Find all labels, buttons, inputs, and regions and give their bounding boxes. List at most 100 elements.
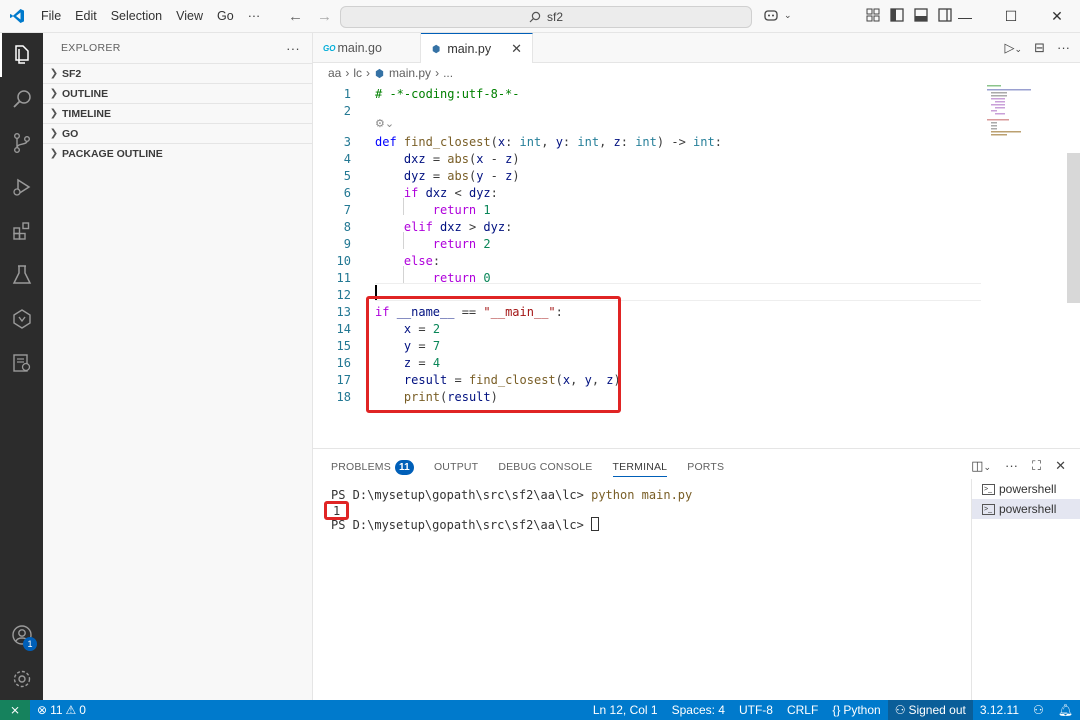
python-version[interactable]: 3.12.11 [973,700,1026,720]
code-line[interactable]: 4 dxz = abs(x - z) [313,151,983,168]
terminal-instance[interactable]: >_ powershell [972,499,1080,519]
copilot-button[interactable]: ⌄ [764,8,792,22]
minimap[interactable] [983,83,1063,448]
remote-explorer-icon[interactable] [0,297,43,341]
vertical-scrollbar[interactable] [1067,153,1080,303]
line-number: 14 [336,322,351,336]
menu-go[interactable]: Go [210,9,241,23]
command-center-search[interactable]: sf2 [340,6,752,28]
menu-view[interactable]: View [169,9,210,23]
testing-icon[interactable] [0,253,43,297]
line-number: 18 [336,390,351,404]
go-file-icon: GO [323,43,336,53]
terminal-prompt: PS D:\mysetup\gopath\src\sf2\aa\lc> [331,518,592,532]
tab-main-py[interactable]: main.py ✕ [421,33,533,64]
explorer-icon[interactable] [0,33,43,77]
close-icon[interactable]: ✕ [511,41,522,57]
tab-terminal[interactable]: TERMINAL [612,457,668,477]
split-terminal-icon[interactable]: ◫⌄ [971,458,991,474]
section-go[interactable]: ❯ GO [43,123,312,143]
line-ending[interactable]: CRLF [780,700,825,720]
tab-label: main.py [447,42,492,56]
run-debug-icon[interactable] [0,165,43,209]
tab-main-go[interactable]: GO main.go [313,33,421,63]
code-editor[interactable]: ⚙⌄ 1 # -*-coding:utf-8-*- 2 3 def find_close… [313,83,1080,448]
line-text: else: [403,254,441,268]
sidebar-title: EXPLORER [61,42,121,54]
tab-ports[interactable]: PORTS [687,457,724,477]
menu-edit[interactable]: Edit [68,9,104,23]
code-line[interactable]: 2 [313,103,983,120]
breadcrumb-item[interactable]: lc [353,66,362,80]
maximize-panel-icon[interactable]: ⛶ [1032,458,1041,474]
source-control-icon[interactable] [0,121,43,165]
tab-label: DEBUG CONSOLE [498,461,593,473]
more-actions-icon[interactable]: ··· [286,41,300,56]
menu-selection[interactable]: Selection [104,9,169,23]
settings-gear-icon[interactable] [0,657,43,701]
tab-problems[interactable]: PROBLEMS 11 [331,457,414,477]
accounts-icon[interactable]: 1 [0,613,43,657]
problems-status[interactable]: ⊗ 11 ⚠ 0 [30,700,93,720]
split-editor-icon[interactable]: ⊟ [1034,40,1045,56]
forward-arrow-icon[interactable]: → [317,8,332,25]
layout-customize-icon[interactable] [866,8,880,22]
maximize-icon[interactable]: ☐ [988,0,1034,33]
terminal-name: powershell [999,482,1057,496]
code-line[interactable]: 8 elif dxz > dyz: [313,219,983,236]
cursor-position[interactable]: Ln 12, Col 1 [586,700,665,720]
menu-more[interactable]: ··· [241,9,268,23]
menu-file[interactable]: File [34,9,68,23]
breadcrumb-item[interactable]: aa [328,66,341,80]
breadcrumb-item[interactable]: ... [443,66,453,80]
section-sf2[interactable]: ❯ SF2 [43,63,312,83]
section-package-outline[interactable]: ❯ PACKAGE OUTLINE [43,143,312,163]
section-label: GO [62,127,79,140]
section-outline[interactable]: ❯ OUTLINE [43,83,312,103]
terminal-instance[interactable]: >_ powershell [972,479,1080,499]
language-mode[interactable]: {} Python [825,700,887,720]
close-panel-icon[interactable]: ✕ [1055,458,1066,474]
minimize-icon[interactable]: — [942,0,988,33]
run-python-file-icon[interactable]: ▷⌄ [1005,40,1023,56]
code-line[interactable]: 9 return 2 [313,236,983,253]
account-status[interactable]: ⚇ Signed out [887,700,973,720]
code-line[interactable]: 3 def find_closest(x: int, y: int, z: int… [313,134,983,151]
remote-indicator-icon[interactable]: ⨯ [0,700,30,720]
code-line[interactable]: 10 else: [313,253,983,270]
section-timeline[interactable]: ❯ TIMELINE [43,103,312,123]
code-line[interactable]: 5 dyz = abs(y - z) [313,168,983,185]
breadcrumb-item[interactable]: main.py [389,66,431,80]
code-line[interactable]: 6 if dxz < dyz: [313,185,983,202]
notifications-bell-icon[interactable]: 🔔︎ [1051,700,1080,720]
terminal-line-3[interactable]: PS D:\mysetup\gopath\src\sf2\aa\lc> [331,517,600,533]
code-line[interactable]: 7 return 1 [313,202,983,219]
code-line[interactable]: 11 return 0 [313,270,983,287]
encoding[interactable]: UTF-8 [732,700,780,720]
indentation[interactable]: Spaces: 4 [665,700,732,720]
extensions-icon[interactable] [0,209,43,253]
editor-actions: ▷⌄ ⊟ ··· [1005,40,1070,56]
line-number: 3 [343,135,351,149]
tab-debug-console[interactable]: DEBUG CONSOLE [498,457,592,477]
copilot-status-icon[interactable]: ⚇ [1026,700,1051,720]
line-number: 8 [343,220,351,234]
line-text: elif dxz > dyz: [403,220,513,234]
terminal-name: powershell [999,502,1057,516]
back-arrow-icon[interactable]: ← [288,8,303,25]
code-line[interactable]: 1 # -*-coding:utf-8-*- [313,86,983,103]
tab-label: TERMINAL [612,460,668,473]
search-icon[interactable] [0,77,43,121]
more-actions-icon[interactable]: ··· [1005,458,1018,474]
toggle-panel-icon[interactable] [914,8,928,22]
line-number: 16 [336,356,351,370]
line-text: return 1 [432,203,491,217]
toggle-sidebar-icon[interactable] [890,8,904,22]
close-icon[interactable]: ✕ [1034,0,1080,33]
chevron-down-icon: ⌄ [784,9,792,20]
container-icon[interactable] [0,341,43,385]
more-actions-icon[interactable]: ··· [1057,40,1070,56]
terminal-line-1: PS D:\mysetup\gopath\src\sf2\aa\lc> pyth… [331,487,692,503]
tab-output[interactable]: OUTPUT [434,457,478,477]
breadcrumb: aa › lc › main.py › ... [313,63,1080,83]
